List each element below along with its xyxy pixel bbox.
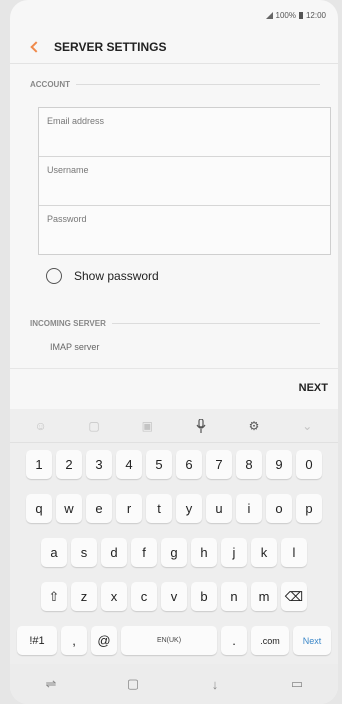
key-8[interactable]: 8 [236, 450, 262, 479]
key-l[interactable]: l [281, 538, 307, 567]
key-2[interactable]: 2 [56, 450, 82, 479]
keyboard-row-zxcv: ⇧ z x c v b n m ⌫ [10, 582, 338, 611]
key-w[interactable]: w [56, 494, 82, 523]
key-p[interactable]: p [296, 494, 322, 523]
space-key[interactable]: EN(UK) [121, 626, 217, 655]
key-i[interactable]: i [236, 494, 262, 523]
keyboard-row-qwerty: q w e r t y u i o p [10, 494, 338, 523]
back-icon[interactable]: ↓ [205, 674, 225, 694]
email-placeholder: Email address [47, 116, 105, 126]
key-m[interactable]: m [251, 582, 277, 611]
key-v[interactable]: v [161, 582, 187, 611]
next-key[interactable]: Next [293, 626, 331, 655]
key-f[interactable]: f [131, 538, 157, 567]
navigation-bar: ⇌ ▢ ↓ ▭ [10, 664, 338, 704]
email-field[interactable]: Email address [39, 108, 330, 157]
key-x[interactable]: x [101, 582, 127, 611]
account-fields: Email address Username Password [38, 107, 331, 255]
key-k[interactable]: k [251, 538, 277, 567]
key-d[interactable]: d [101, 538, 127, 567]
keyboard-row-asdf: a s d f g h j k l [10, 538, 338, 567]
app-bar: SERVER SETTINGS [10, 30, 338, 64]
key-5[interactable]: 5 [146, 450, 172, 479]
key-h[interactable]: h [191, 538, 217, 567]
account-section-label: ACCOUNT [30, 80, 70, 89]
imap-server-label[interactable]: IMAP server [50, 342, 99, 352]
at-key[interactable]: @ [91, 626, 117, 655]
keyboard: ☺ ▢ ▣ ⚙ ⌄ 1 2 3 4 5 6 7 8 9 0 q w e r t [10, 409, 338, 704]
section-divider [76, 84, 320, 85]
key-b[interactable]: b [191, 582, 217, 611]
sticker-icon[interactable]: ▢ [86, 418, 102, 434]
signal-icon [265, 12, 273, 19]
key-j[interactable]: j [221, 538, 247, 567]
key-g[interactable]: g [161, 538, 187, 567]
key-1[interactable]: 1 [26, 450, 52, 479]
keyboard-row-bottom: !#1 , @ EN(UK) . .com Next [10, 626, 338, 655]
key-o[interactable]: o [266, 494, 292, 523]
key-c[interactable]: c [131, 582, 157, 611]
key-a[interactable]: a [41, 538, 67, 567]
settings-icon[interactable]: ⚙ [246, 418, 262, 434]
clock: 12:00 [305, 11, 326, 20]
page-title: SERVER SETTINGS [54, 39, 167, 54]
key-4[interactable]: 4 [116, 450, 142, 479]
key-7[interactable]: 7 [206, 450, 232, 479]
battery-icon [298, 12, 303, 19]
battery-text: 100% [275, 11, 296, 20]
microphone-icon[interactable] [193, 418, 209, 434]
home-icon[interactable]: ▢ [123, 674, 143, 694]
key-e[interactable]: e [86, 494, 112, 523]
section-divider [111, 323, 320, 324]
period-key[interactable]: . [221, 626, 247, 655]
keyboard-toolbar: ☺ ▢ ▣ ⚙ ⌄ [10, 409, 338, 443]
key-u[interactable]: u [206, 494, 232, 523]
key-6[interactable]: 6 [176, 450, 202, 479]
show-password-toggle[interactable]: Show password [46, 268, 159, 284]
emoji-icon[interactable]: ☺ [33, 418, 49, 434]
key-s[interactable]: s [71, 538, 97, 567]
key-0[interactable]: 0 [296, 450, 322, 479]
key-n[interactable]: n [221, 582, 247, 611]
key-3[interactable]: 3 [86, 450, 112, 479]
incoming-server-section-header: INCOMING SERVER [30, 319, 320, 328]
phone-screen: 100% 12:00 SERVER SETTINGS ACCOUNT Email… [10, 0, 338, 704]
collapse-icon[interactable]: ⌄ [299, 418, 315, 434]
symbols-key[interactable]: !#1 [17, 626, 57, 655]
username-placeholder: Username [47, 165, 89, 175]
key-r[interactable]: r [116, 494, 142, 523]
key-q[interactable]: q [26, 494, 52, 523]
gif-icon[interactable]: ▣ [139, 418, 155, 434]
comma-key[interactable]: , [61, 626, 87, 655]
username-field[interactable]: Username [39, 157, 330, 206]
status-bar: 100% 12:00 [265, 11, 326, 20]
account-section-header: ACCOUNT [30, 80, 320, 89]
password-placeholder: Password [47, 214, 87, 224]
key-y[interactable]: y [176, 494, 202, 523]
keyboard-row-numbers: 1 2 3 4 5 6 7 8 9 0 [10, 450, 338, 479]
shift-key[interactable]: ⇧ [41, 582, 67, 611]
dotcom-key[interactable]: .com [251, 626, 289, 655]
password-field[interactable]: Password [39, 206, 330, 255]
incoming-server-section-label: INCOMING SERVER [30, 319, 106, 328]
recent-apps-icon[interactable]: ⇌ [41, 674, 61, 694]
back-arrow-icon[interactable] [30, 40, 42, 53]
show-password-radio[interactable] [46, 268, 62, 284]
show-password-label: Show password [74, 269, 159, 283]
keyboard-hide-icon[interactable]: ▭ [287, 674, 307, 694]
next-button[interactable]: NEXT [299, 382, 328, 394]
key-9[interactable]: 9 [266, 450, 292, 479]
backspace-key[interactable]: ⌫ [281, 582, 307, 611]
key-t[interactable]: t [146, 494, 172, 523]
key-z[interactable]: z [71, 582, 97, 611]
content-divider [10, 368, 338, 369]
